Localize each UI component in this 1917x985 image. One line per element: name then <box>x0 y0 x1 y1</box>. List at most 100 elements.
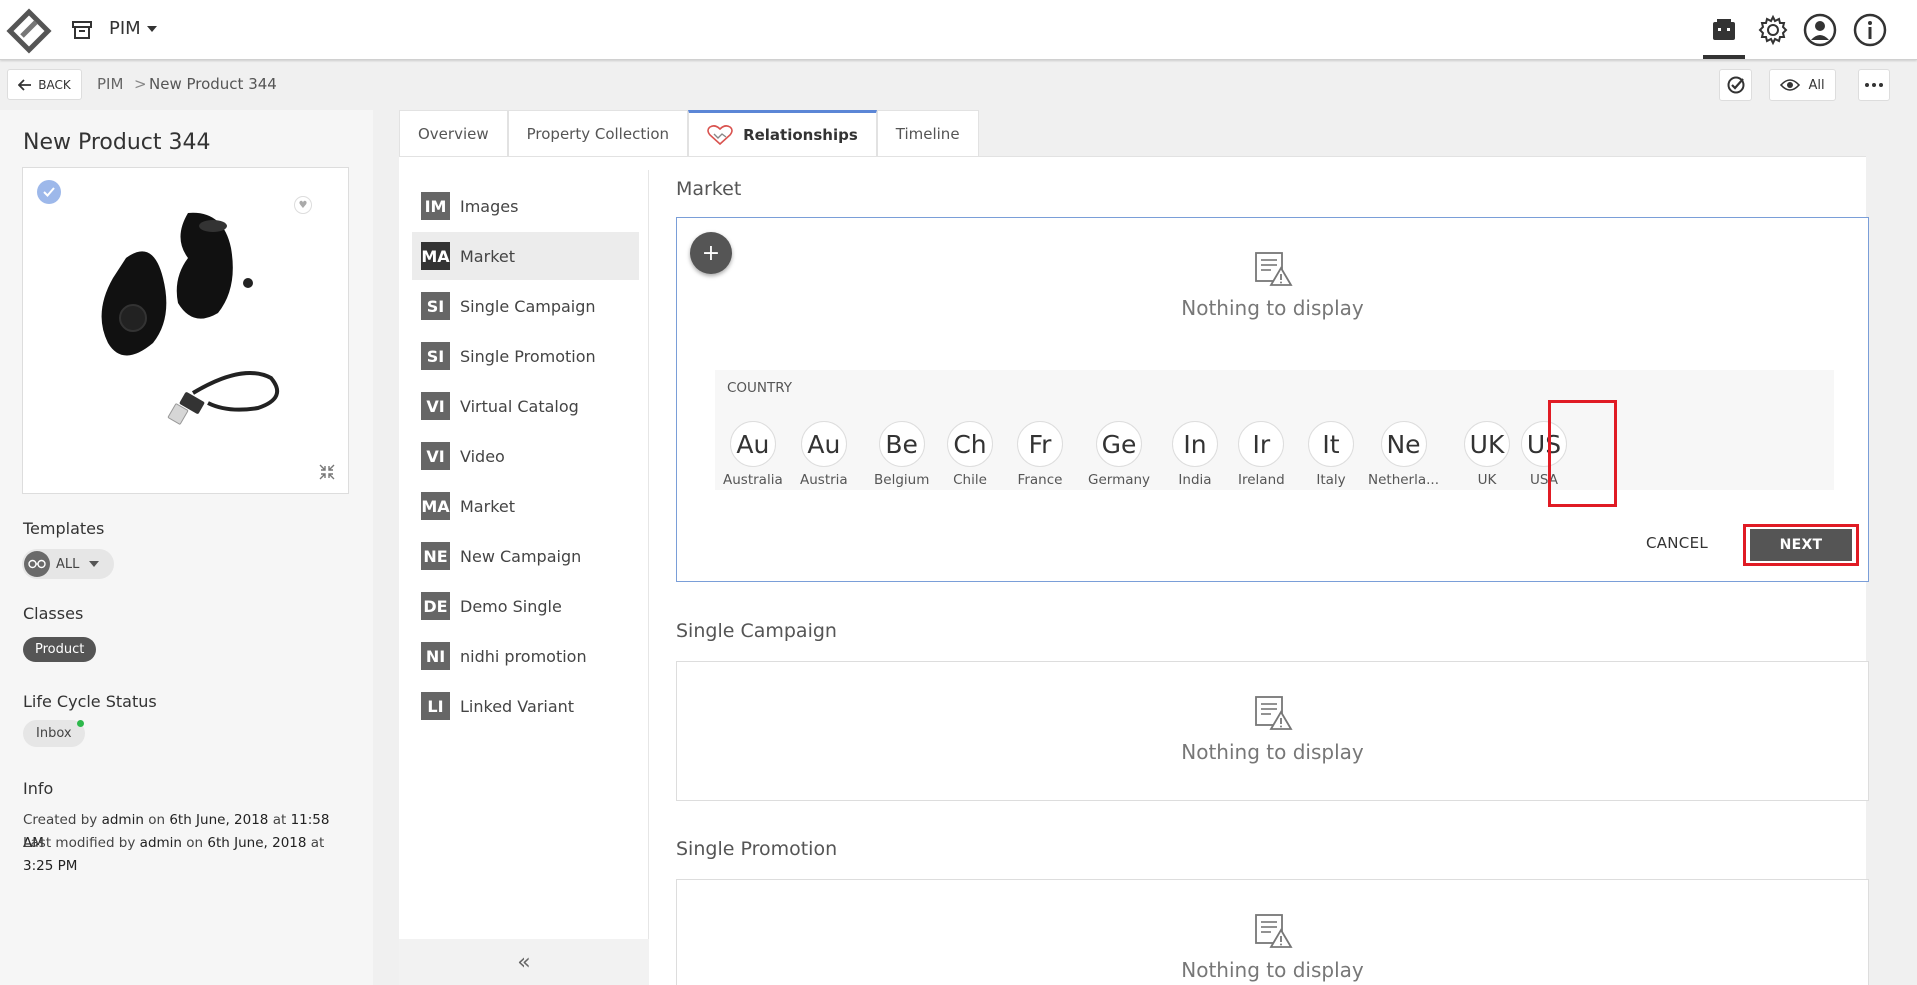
country-selector: COUNTRY Au Australia Au Austria Be Belgium … <box>715 370 1834 490</box>
relationship-item-linked-variant[interactable]: LI Linked Variant <box>412 682 639 730</box>
back-button[interactable]: BACK <box>7 69 82 100</box>
relationship-abbr: LI <box>421 692 450 720</box>
modified-prefix: Last modified by <box>23 835 136 851</box>
country-option-australia[interactable]: Au Australia <box>723 421 783 488</box>
gear-icon[interactable] <box>1754 11 1792 49</box>
user-circle-icon[interactable] <box>1801 11 1839 49</box>
modified-date: 6th June, 2018 <box>207 835 307 851</box>
relationship-item-market[interactable]: MA Market <box>412 232 639 280</box>
tab-timeline[interactable]: Timeline <box>876 110 979 156</box>
empty-document-warning-icon <box>1254 696 1293 730</box>
country-option-germany[interactable]: Ge Germany <box>1088 421 1150 488</box>
country-option-ireland[interactable]: Ir Ireland <box>1238 421 1285 488</box>
relationship-list: IM Images MA Market SI Single Campaign SI Si… <box>399 170 649 985</box>
chevron-down-icon[interactable] <box>147 26 157 32</box>
tab-bar: Overview Property Collection Relationshi… <box>399 110 979 156</box>
glasses-icon <box>24 551 50 577</box>
country-name: Chile <box>953 472 987 488</box>
empty-document-warning-icon <box>1254 914 1293 948</box>
tab-relationships[interactable]: Relationships <box>688 110 877 156</box>
tab-property-collection[interactable]: Property Collection <box>507 110 689 156</box>
country-option-chile[interactable]: Ch Chile <box>947 421 993 488</box>
archive-box-icon[interactable] <box>71 19 93 41</box>
relationship-item-images[interactable]: IM Images <box>412 182 639 230</box>
single-campaign-section-box: Nothing to display <box>676 661 1869 801</box>
relationship-abbr: SI <box>421 292 450 320</box>
product-title: New Product 344 <box>23 130 211 155</box>
empty-state: Nothing to display <box>677 250 1868 320</box>
cancel-button[interactable]: CANCEL <box>1640 527 1714 559</box>
eye-icon <box>1780 79 1801 91</box>
single-promotion-section-title: Single Promotion <box>676 838 838 860</box>
relationship-item-new-campaign[interactable]: NE New Campaign <box>412 532 639 580</box>
next-button[interactable]: NEXT <box>1750 529 1852 561</box>
info-icon[interactable] <box>1851 11 1889 49</box>
app-logo[interactable] <box>6 8 52 54</box>
relationship-abbr: SI <box>421 342 450 370</box>
product-image-container: ♥ <box>22 167 349 494</box>
relationship-item-single-promotion[interactable]: SI Single Promotion <box>412 332 639 380</box>
relationship-label: Video <box>460 446 505 466</box>
relationship-abbr: VI <box>421 392 450 420</box>
country-name: Australia <box>723 472 783 488</box>
empty-state-text: Nothing to display <box>1181 958 1364 982</box>
more-options-button[interactable] <box>1858 69 1890 101</box>
modified-on-word: on <box>186 835 204 851</box>
tab-label: Relationships <box>743 125 858 144</box>
relationship-item-single-campaign[interactable]: SI Single Campaign <box>412 282 639 330</box>
single-promotion-section-box: Nothing to display <box>676 879 1869 985</box>
country-option-italy[interactable]: It Italy <box>1308 421 1354 488</box>
country-option-india[interactable]: In India <box>1172 421 1218 488</box>
breadcrumb-separator: > <box>134 75 147 93</box>
country-option-france[interactable]: Fr France <box>1017 421 1063 488</box>
relationship-item-nidhi-promotion[interactable]: NI nidhi promotion <box>412 632 639 680</box>
relationship-item-virtual-catalog[interactable]: VI Virtual Catalog <box>412 382 639 430</box>
country-avatar: In <box>1172 421 1218 467</box>
relationship-label: Single Campaign <box>460 296 596 316</box>
relationship-label: Demo Single <box>460 596 562 616</box>
country-option-netherlands[interactable]: Ne Netherla... <box>1368 421 1439 488</box>
single-campaign-section-title: Single Campaign <box>676 620 837 642</box>
status-indicator-dot <box>77 720 84 727</box>
module-selector-label[interactable]: PIM <box>109 18 141 39</box>
breadcrumb-item-pim[interactable]: PIM <box>97 75 123 93</box>
empty-state: Nothing to display <box>677 912 1868 982</box>
country-avatar: Fr <box>1017 421 1063 467</box>
collapse-list-button[interactable]: « <box>399 939 649 985</box>
country-avatar: Ir <box>1238 421 1285 467</box>
active-indicator <box>1703 55 1745 59</box>
relationship-item-demo-single[interactable]: DE Demo Single <box>412 582 639 630</box>
kanban-board-icon[interactable] <box>1705 11 1743 49</box>
created-date: 6th June, 2018 <box>169 812 269 828</box>
country-avatar: Ge <box>1096 421 1143 467</box>
relationship-item-video[interactable]: VI Video <box>412 432 639 480</box>
country-name: Italy <box>1316 472 1346 488</box>
country-option-belgium[interactable]: Be Belgium <box>874 421 929 488</box>
breadcrumb-item-current: New Product 344 <box>149 75 277 93</box>
check-badge-button[interactable] <box>1719 69 1752 101</box>
relationship-label: Virtual Catalog <box>460 396 579 416</box>
created-prefix: Created by <box>23 812 98 828</box>
country-option-uk[interactable]: UK UK <box>1464 421 1510 488</box>
relationship-item-market-2[interactable]: MA Market <box>412 482 639 530</box>
created-on-word: on <box>148 812 166 828</box>
view-filter-button[interactable]: All <box>1769 69 1836 101</box>
relationship-abbr: NI <box>421 642 450 670</box>
arrow-left-icon <box>18 78 32 91</box>
modified-at-word: at <box>310 835 325 851</box>
relationship-label: New Campaign <box>460 546 582 566</box>
tab-label: Timeline <box>895 124 960 143</box>
lifecycle-status-chip[interactable]: Inbox <box>23 720 85 747</box>
product-image <box>101 212 280 425</box>
more-horizontal-icon <box>1865 83 1883 87</box>
back-button-label: BACK <box>38 77 71 92</box>
class-chip[interactable]: Product <box>23 637 97 662</box>
country-option-austria[interactable]: Au Austria <box>800 421 848 488</box>
collapse-icon[interactable] <box>318 463 336 481</box>
chevron-down-icon <box>89 561 100 567</box>
tab-overview[interactable]: Overview <box>399 110 508 156</box>
template-selector[interactable]: ALL <box>22 549 114 579</box>
country-name: UK <box>1477 472 1497 488</box>
country-avatar: UK <box>1464 421 1510 467</box>
country-name: Austria <box>800 472 848 488</box>
